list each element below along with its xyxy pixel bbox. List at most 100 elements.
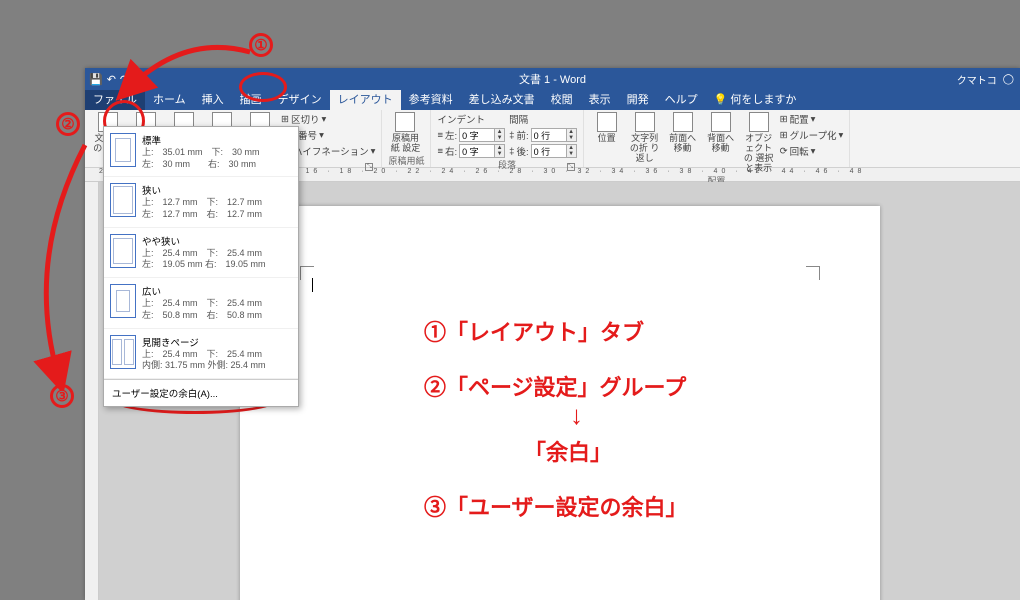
rotate-button[interactable]: ⟳ 回転 ▾ [780,144,844,158]
margin-custom-menuitem[interactable]: ユーザー設定の余白(A)... [104,379,298,406]
user-name: クマトコ [957,72,997,87]
anno-arrow-2-to-3 [30,140,110,390]
margin-normal-icon [110,133,136,167]
group-objects-label: グループ化 [790,128,837,142]
spacing-header: 間隔 [509,112,576,126]
position-button[interactable]: 位置 [590,112,624,144]
document-page[interactable] [240,206,880,600]
paragraph-dialog-launcher[interactable]: ⤡ [567,163,575,171]
spacing-after-label: 後: [516,144,528,158]
spacing-before-row: ‡ 前: ▲▼ [509,128,576,142]
margin-preset-narrow[interactable]: 狭い上: 12.7 mm 下: 12.7 mm左: 12.7 mm 右: 12.… [104,177,298,227]
margin-narrow-icon [110,183,136,217]
margin-mirrored-icon [110,335,136,369]
breaks-label: 区切り [291,112,320,126]
save-icon[interactable]: 💾 [89,73,103,86]
margin-preset-wide[interactable]: 広い上: 25.4 mm 下: 25.4 mm左: 50.8 mm 右: 50.… [104,278,298,328]
text-cursor [312,278,313,292]
margin-mirrored-name: 見開きページ [142,335,266,349]
margin-normal-name: 標準 [142,133,260,147]
selection-pane-icon [749,112,769,132]
anno-badge-2: ② [56,112,80,136]
margin-wide-name: 広い [142,284,262,298]
margin-narrow-l1: 上: 12.7 mm 下: 12.7 mm [142,197,262,209]
send-backward-button[interactable]: 背面へ 移動 [704,112,738,154]
margin-wide-l2: 左: 50.8 mm 右: 50.8 mm [142,310,262,322]
user-area[interactable]: クマトコ ◯ [957,72,1020,87]
tab-view[interactable]: 表示 [581,88,619,110]
anno-text-3: ③「ユーザー設定の余白」 [424,490,688,522]
indent-left-input[interactable]: ▲▼ [459,128,505,142]
spacing-after-input[interactable]: ▲▼ [531,144,577,158]
tab-layout[interactable]: レイアウト [330,88,401,110]
margin-preset-moderate[interactable]: やや狭い上: 25.4 mm 下: 25.4 mm左: 19.05 mm 右: … [104,228,298,278]
margin-normal-l2: 左: 30 mm 右: 30 mm [142,159,260,171]
group-paragraph-label: 段落⤡ [437,158,576,172]
margin-wide-l1: 上: 25.4 mm 下: 25.4 mm [142,298,262,310]
margin-narrow-l2: 左: 12.7 mm 右: 12.7 mm [142,209,262,221]
hyphenation-label: ハイフネーション [293,144,369,158]
group-genkou-label: 原稿用紙 [388,154,424,168]
anno-text-2: ②「ページ設定」グループ [424,370,686,402]
wrap-text-button[interactable]: 文字列の折 り返し [628,112,662,164]
tab-review[interactable]: 校閲 [543,88,581,110]
position-label: 位置 [598,134,616,144]
page-setup-dialog-launcher[interactable]: ⤡ [365,163,373,171]
position-icon [597,112,617,132]
bring-forward-icon [673,112,693,132]
margin-moderate-l1: 上: 25.4 mm 下: 25.4 mm [142,248,266,260]
spacing-before-input[interactable]: ▲▼ [531,128,577,142]
spacing-before-label: 前: [516,128,528,142]
tell-me-label: 何をしますか [730,91,796,107]
margin-mirrored-l1: 上: 25.4 mm 下: 25.4 mm [142,349,266,361]
margin-narrow-name: 狭い [142,183,262,197]
margin-normal-l1: 上: 35.01 mm 下: 30 mm [142,147,260,159]
margins-dropdown: 標準上: 35.01 mm 下: 30 mm左: 30 mm 右: 30 mm … [103,126,299,407]
tab-developer[interactable]: 開発 [619,88,657,110]
indent-header: インデント [437,112,505,126]
breaks-button[interactable]: ⊞ 区切り ▾ [281,112,375,126]
tell-me-search[interactable]: 💡 何をしますか [706,88,805,110]
genkou-button[interactable]: 原稿用紙 設定 [388,112,422,154]
user-avatar-icon: ◯ [1003,74,1014,85]
anno-text-1: ①「レイアウト」タブ [424,315,644,347]
selection-pane-button[interactable]: オブジェクトの 選択と表示 [742,112,776,174]
send-backward-label: 背面へ 移動 [704,134,738,154]
indent-right-row: ≡ 右: ▲▼ [437,144,505,158]
send-backward-icon [711,112,731,132]
tab-mailings[interactable]: 差し込み文書 [461,88,543,110]
group-genkou: 原稿用紙 設定 原稿用紙 [382,110,431,167]
align-button[interactable]: ⊞ 配置 ▾ [780,112,844,126]
bring-forward-button[interactable]: 前面へ 移動 [666,112,700,154]
bring-forward-label: 前面へ 移動 [666,134,700,154]
indent-right-input[interactable]: ▲▼ [459,144,505,158]
group-arrange: 位置 文字列の折 り返し 前面へ 移動 背面へ 移動 オブジェクトの 選択と表示… [584,110,851,167]
margin-preset-mirrored[interactable]: 見開きページ上: 25.4 mm 下: 25.4 mm内側: 31.75 mm … [104,329,298,379]
spacing-after-row: ‡ 後: ▲▼ [509,144,576,158]
tab-references[interactable]: 参考資料 [401,88,461,110]
wrap-text-label: 文字列の折 り返し [628,134,662,164]
anno-arrow-1-to-2 [115,42,265,112]
document-title: 文書 1 - Word [519,71,586,87]
indent-right-label: 右: [445,144,457,158]
genkou-icon [395,112,415,132]
group-paragraph: インデント ≡ 左: ▲▼ ≡ 右: ▲▼ 間隔 ‡ 前: ▲▼ ‡ 後: ▲▼… [431,110,583,167]
margin-moderate-icon [110,234,136,268]
anno-text-2b: 「余白」 [524,435,612,467]
margin-mirrored-l2: 内側: 31.75 mm 外側: 25.4 mm [142,360,266,372]
lightbulb-icon: 💡 [714,93,728,106]
wrap-text-icon [635,112,655,132]
margin-corner-tr [806,266,820,280]
tab-help[interactable]: ヘルプ [657,88,706,110]
genkou-label: 原稿用紙 設定 [388,134,422,154]
margin-preset-normal[interactable]: 標準上: 35.01 mm 下: 30 mm左: 30 mm 右: 30 mm [104,127,298,177]
margin-moderate-name: やや狭い [142,234,266,248]
margin-moderate-l2: 左: 19.05 mm 右: 19.05 mm [142,259,266,271]
group-objects-button[interactable]: ⊞ グループ化 ▾ [780,128,844,142]
margin-wide-icon [110,284,136,318]
anno-down-arrow-icon: ↓ [570,400,583,431]
align-label: 配置 [790,112,809,126]
rotate-label: 回転 [790,144,809,158]
indent-left-label: 左: [445,128,457,142]
indent-left-row: ≡ 左: ▲▼ [437,128,505,142]
